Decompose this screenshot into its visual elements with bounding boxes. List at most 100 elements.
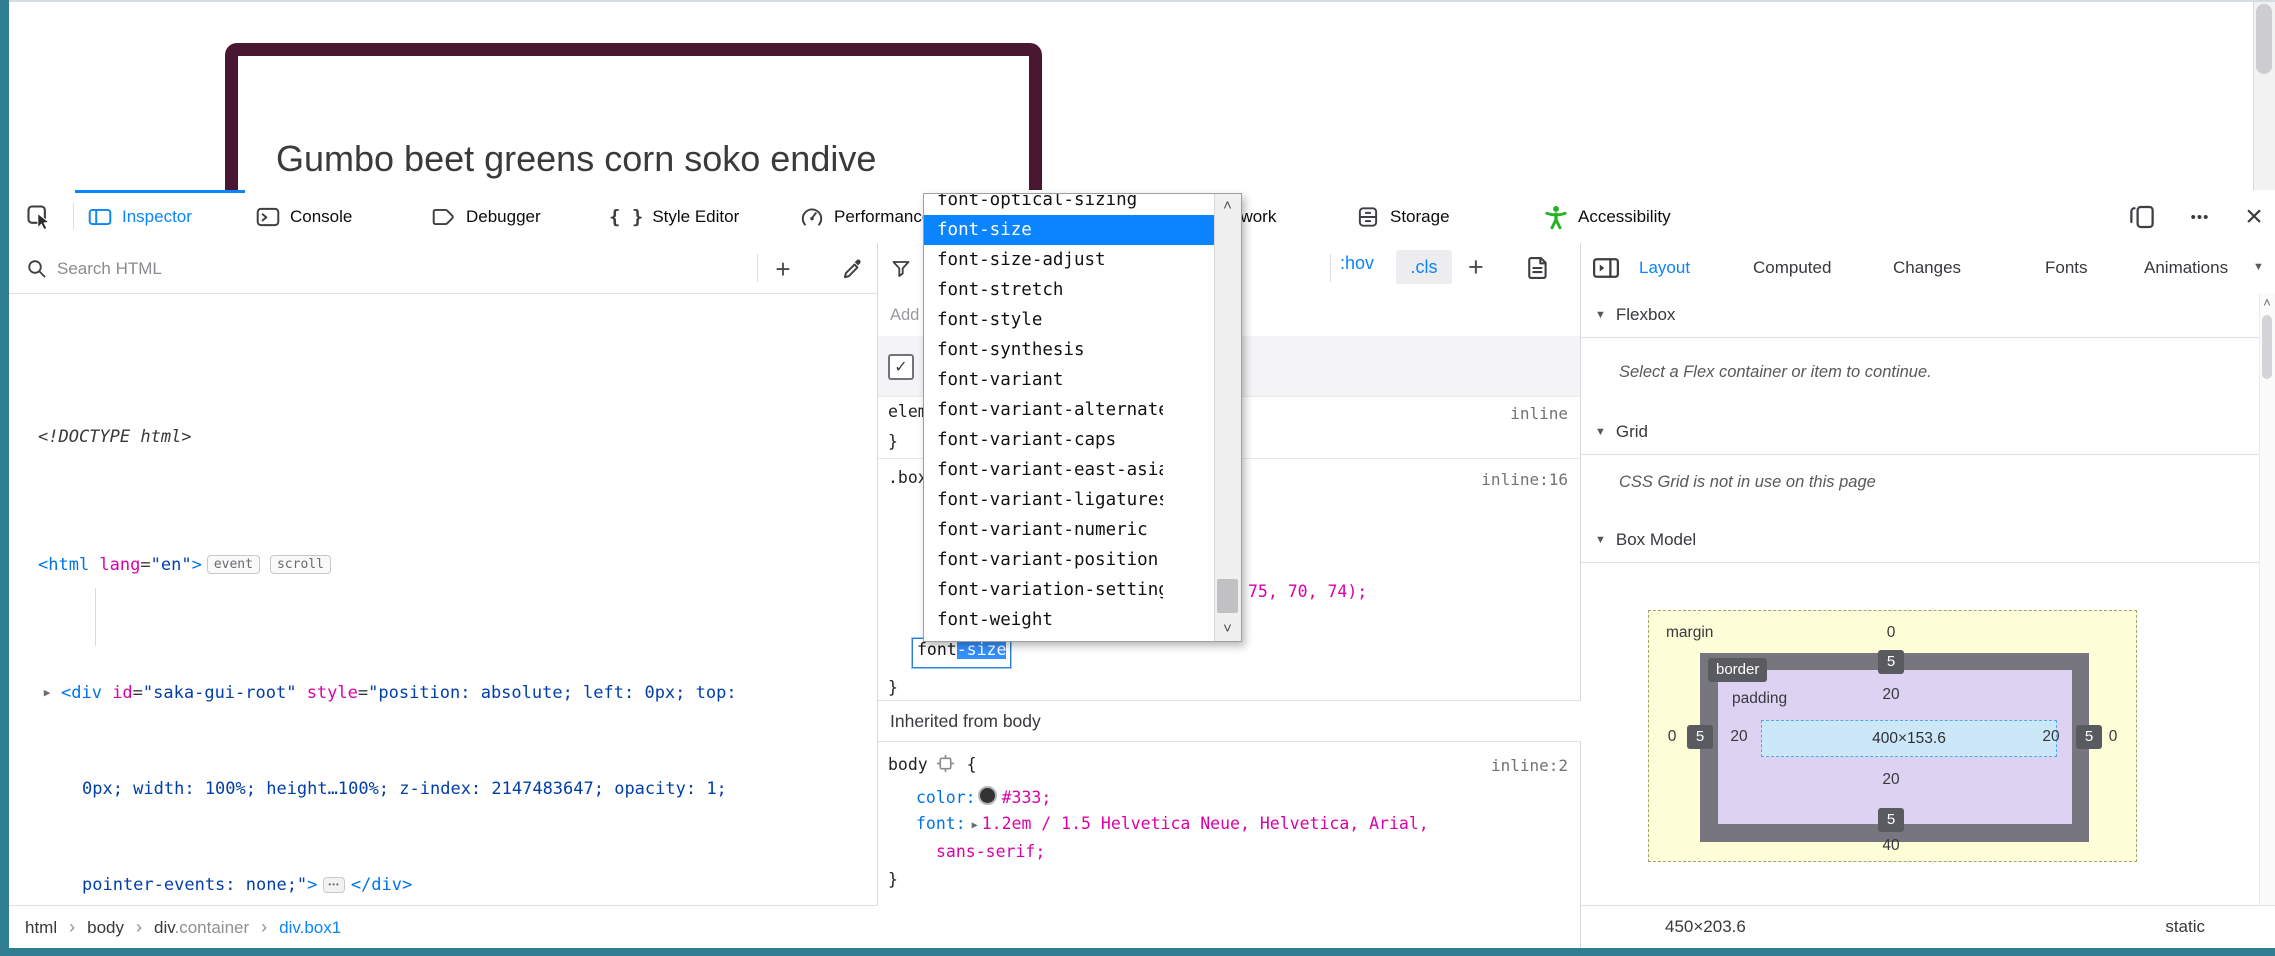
- tab-debugger[interactable]: Debugger: [431, 190, 541, 243]
- tab-layout[interactable]: Layout: [1639, 243, 1690, 294]
- padding-right-value[interactable]: 20: [2037, 728, 2065, 746]
- tab-console[interactable]: Console: [255, 190, 352, 243]
- body-font-declaration[interactable]: font:▶1.2em / 1.5 Helvetica Neue, Helvet…: [916, 814, 1429, 833]
- close-devtools-button[interactable]: ×: [2235, 202, 2273, 232]
- margin-bottom-value[interactable]: 40: [1877, 837, 1905, 855]
- breadcrumb-item-box1[interactable]: div.box1: [279, 918, 341, 938]
- scroll-up-icon[interactable]: ˄: [1215, 194, 1240, 218]
- autocomplete-item[interactable]: font-style: [924, 305, 1215, 335]
- margin-left-value[interactable]: 0: [1660, 728, 1684, 746]
- style-editor-icon: { }: [609, 206, 643, 228]
- padding-left-value[interactable]: 20: [1725, 728, 1753, 746]
- eyedropper-button[interactable]: [839, 255, 867, 283]
- autocomplete-item[interactable]: font-stretch: [924, 275, 1215, 305]
- tree-row-root-div-wrap1[interactable]: 0px; width: 100%; height…100%; z-index: …: [9, 773, 877, 805]
- body-selector[interactable]: body {: [888, 754, 977, 774]
- add-rule-button[interactable]: +: [1468, 252, 1484, 283]
- property-name-input[interactable]: font-size: [912, 638, 1011, 668]
- tab-style-editor-label: Style Editor: [652, 207, 739, 227]
- responsive-design-mode-button[interactable]: [2123, 202, 2161, 232]
- border-left-value[interactable]: 5: [1687, 725, 1713, 749]
- autocomplete-item-selected[interactable]: font-size: [924, 215, 1215, 245]
- autocomplete-item[interactable]: font-variant-position: [924, 545, 1215, 575]
- box1-rule-origin[interactable]: inline:16: [1481, 470, 1568, 489]
- page-scrollbar-thumb[interactable]: [2256, 4, 2272, 74]
- tree-row-root-div[interactable]: ▶<div id="saka-gui-root" style="position…: [9, 677, 877, 709]
- print-media-sheet-icon[interactable]: [1524, 254, 1552, 282]
- layout-scrollbar-thumb[interactable]: [2262, 315, 2272, 379]
- grid-section-header[interactable]: ▼ Grid: [1581, 410, 2275, 455]
- search-html-input[interactable]: [55, 253, 619, 285]
- breadcrumb-item-body[interactable]: body: [87, 918, 124, 938]
- filter-styles-icon: [888, 255, 916, 283]
- selector-highlighter-icon[interactable]: [936, 754, 955, 773]
- tab-animations[interactable]: Animations: [2144, 243, 2228, 293]
- tab-style-editor[interactable]: { } Style Editor: [609, 190, 739, 243]
- console-icon: [255, 204, 281, 230]
- breadcrumb-item-container[interactable]: div.container: [154, 918, 249, 938]
- autocomplete-item[interactable]: font-variant-alternates: [924, 395, 1215, 425]
- autocomplete-item[interactable]: font-weight: [924, 605, 1215, 635]
- scroll-up-icon[interactable]: ˄: [2260, 295, 2274, 310]
- inline-expander-badge[interactable]: •••: [323, 877, 344, 893]
- add-node-button[interactable]: +: [769, 255, 797, 283]
- autocomplete-item[interactable]: font-synthesis: [924, 335, 1215, 365]
- tree-row-doctype[interactable]: <!DOCTYPE html>: [9, 421, 877, 453]
- margin-top-value[interactable]: 0: [1875, 624, 1907, 642]
- class-toggle[interactable]: .cls: [1396, 250, 1452, 284]
- autocomplete-scrollbar-thumb[interactable]: [1217, 579, 1238, 613]
- tree-row-html[interactable]: <html lang="en">eventscroll: [9, 549, 877, 581]
- autocomplete-item[interactable]: font-variant-ligatures: [924, 485, 1215, 515]
- tab-performance[interactable]: Performance: [799, 190, 931, 243]
- padding-bottom-value[interactable]: 20: [1877, 771, 1905, 789]
- box-model-content-region[interactable]: 400×153.6: [1761, 720, 2057, 757]
- event-badge[interactable]: event: [207, 555, 260, 574]
- scroll-badge[interactable]: scroll: [270, 555, 331, 574]
- twisty-collapsed-icon[interactable]: ▶: [39, 677, 55, 709]
- tab-performance-label: Performance: [834, 207, 931, 227]
- border-bottom-value[interactable]: 5: [1878, 808, 1904, 832]
- border-right-value[interactable]: 5: [2076, 725, 2102, 749]
- html-tree: <!DOCTYPE html> <html lang="en">eventscr…: [9, 293, 877, 905]
- autocomplete-item[interactable]: font-variant: [924, 365, 1215, 395]
- layout-panel-scrollbar[interactable]: ˄: [2259, 293, 2275, 905]
- storage-icon: [1355, 204, 1381, 230]
- autocomplete-item[interactable]: font-variant-numeric: [924, 515, 1215, 545]
- devtools-menu-button[interactable]: •••: [2181, 202, 2219, 232]
- breadcrumb-item-html[interactable]: html: [25, 918, 57, 938]
- element-rule-origin[interactable]: inline: [1510, 404, 1568, 423]
- padding-top-value[interactable]: 20: [1877, 686, 1905, 704]
- autocomplete-item[interactable]: font-size-adjust: [924, 245, 1215, 275]
- tab-storage[interactable]: Storage: [1355, 190, 1450, 243]
- tab-computed[interactable]: Computed: [1753, 243, 1831, 293]
- element-dimensions: 450×203.6: [1665, 917, 1746, 937]
- flexbox-section-header[interactable]: ▼ Flexbox: [1581, 293, 2275, 338]
- tree-row-root-div-wrap2[interactable]: pointer-events: none;">•••</div>: [9, 869, 877, 901]
- autocomplete-scrollbar[interactable]: ˄ ˅: [1214, 194, 1241, 641]
- box-model-section-header[interactable]: ▼ Box Model: [1581, 518, 2275, 563]
- border-label: border: [1708, 658, 1767, 682]
- node-picker-button[interactable]: [19, 199, 59, 235]
- autocomplete-item[interactable]: font-variant-caps: [924, 425, 1215, 455]
- autocomplete-item[interactable]: font-variation-settings: [924, 575, 1215, 605]
- body-rule-origin[interactable]: inline:2: [1491, 756, 1568, 775]
- all-tabs-chevron-icon[interactable]: ▼: [2253, 261, 2264, 273]
- sidebar-toggle-icon[interactable]: [1591, 253, 1621, 283]
- tab-accessibility[interactable]: Accessibility: [1543, 190, 1671, 243]
- color-swatch[interactable]: [978, 786, 997, 805]
- rules-toolbar-separator: [1330, 254, 1331, 282]
- autocomplete-item[interactable]: font-variant-east-asian: [924, 455, 1215, 485]
- box1-declaration-value-fragment: 75, 70, 74);: [1248, 582, 1367, 601]
- pseudo-class-toggle[interactable]: :hov: [1340, 253, 1374, 274]
- value-expander-icon[interactable]: ▶: [972, 820, 978, 831]
- scroll-down-icon[interactable]: ˅: [1215, 617, 1240, 641]
- autocomplete-item[interactable]: font-optical-sizing: [924, 194, 1215, 215]
- search-icon: [23, 255, 51, 283]
- tab-fonts[interactable]: Fonts: [2045, 243, 2088, 293]
- body-color-declaration[interactable]: color:#333;: [916, 786, 1051, 807]
- class-checkbox[interactable]: ✓: [888, 354, 914, 380]
- border-top-value[interactable]: 5: [1878, 650, 1904, 674]
- margin-right-value[interactable]: 0: [2101, 728, 2125, 746]
- tab-inspector[interactable]: Inspector: [87, 190, 192, 243]
- tab-changes[interactable]: Changes: [1893, 243, 1961, 293]
